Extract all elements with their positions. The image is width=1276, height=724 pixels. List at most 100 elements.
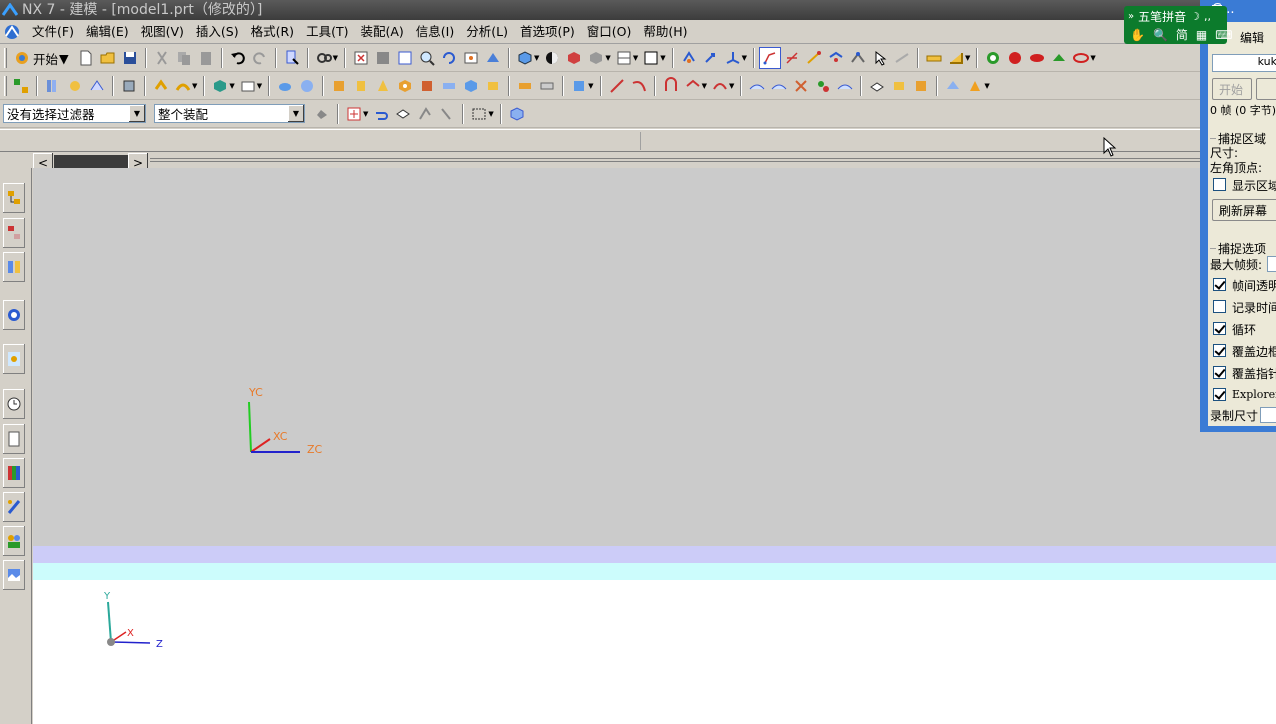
assembly-navigator-icon[interactable]	[10, 75, 32, 97]
cylinder-icon[interactable]	[350, 75, 372, 97]
max-fps-field[interactable]	[1267, 256, 1276, 272]
recorder-start-button[interactable]: 开始	[1212, 78, 1252, 100]
chevron-down-icon[interactable]: ▼	[287, 105, 304, 122]
sphere-icon[interactable]	[296, 75, 318, 97]
revolve-icon[interactable]	[150, 75, 172, 97]
step-icon[interactable]	[1048, 47, 1070, 69]
type-filter-select[interactable]: 没有选择过滤器 ▼	[3, 104, 146, 123]
menu-view[interactable]: 视图(V)	[135, 21, 190, 43]
sketch-icon[interactable]	[64, 75, 86, 97]
undo-icon[interactable]	[227, 47, 249, 69]
through-curves-icon[interactable]	[790, 75, 812, 97]
toolbar-grip[interactable]	[4, 48, 7, 68]
zoom-window-icon[interactable]	[372, 47, 394, 69]
rectangle-select-icon[interactable]	[468, 103, 490, 125]
recorder-menu-edit[interactable]: 编辑	[1240, 29, 1264, 46]
part-navigator-tab[interactable]	[3, 252, 25, 282]
zoom-area-icon[interactable]	[394, 47, 416, 69]
hd3d-tools-tab[interactable]	[3, 344, 25, 374]
part-icon[interactable]	[209, 75, 231, 97]
command-finder-icon[interactable]	[313, 47, 335, 69]
paste-icon[interactable]	[195, 47, 217, 69]
snap-point-icon[interactable]	[891, 47, 913, 69]
rotate-icon[interactable]	[438, 47, 460, 69]
filter-settings-icon[interactable]	[311, 103, 333, 125]
pocket-icon[interactable]	[438, 75, 460, 97]
thread-icon[interactable]	[536, 75, 558, 97]
mesh-surface-icon[interactable]	[768, 75, 790, 97]
layout-icon[interactable]	[613, 47, 635, 69]
nx-app-icon[interactable]	[2, 22, 22, 42]
cut-icon[interactable]	[151, 47, 173, 69]
menu-format[interactable]: 格式(R)	[245, 21, 300, 43]
menu-preferences[interactable]: 首选项(P)	[514, 21, 581, 43]
new-icon[interactable]	[75, 47, 97, 69]
ime-search-icon[interactable]: 🔍	[1153, 28, 1168, 42]
feature-select-icon[interactable]	[414, 103, 436, 125]
option-checkbox-record-time[interactable]	[1213, 300, 1226, 313]
sew-icon[interactable]	[866, 75, 888, 97]
save-icon[interactable]	[119, 47, 141, 69]
process-studio-tab[interactable]	[3, 492, 25, 522]
toolbar-grip[interactable]	[4, 76, 7, 96]
select-icon[interactable]	[758, 47, 781, 69]
cone-icon[interactable]	[372, 75, 394, 97]
patch-icon[interactable]	[888, 75, 910, 97]
system-scenes-tab[interactable]	[3, 560, 25, 590]
extrude-icon[interactable]	[118, 75, 140, 97]
fit-icon[interactable]	[350, 47, 372, 69]
snap-point-settings-icon[interactable]	[343, 103, 365, 125]
block-feature-icon[interactable]	[328, 75, 350, 97]
line-icon[interactable]	[606, 75, 628, 97]
constraint-navigator-tab[interactable]	[3, 218, 25, 248]
assembly-navigator-tab[interactable]	[3, 183, 25, 213]
record-size-field[interactable]	[1260, 407, 1276, 423]
chevron-down-icon[interactable]: ▼	[128, 105, 145, 122]
system-materials-tab[interactable]	[3, 424, 25, 454]
start-button[interactable]: 开始 ▼	[10, 47, 75, 69]
bridge-icon[interactable]	[709, 75, 731, 97]
option-checkbox-loop[interactable]	[1213, 322, 1226, 335]
menu-help[interactable]: 帮助(H)	[637, 21, 693, 43]
measure-distance-icon[interactable]	[923, 47, 945, 69]
menu-insert[interactable]: 插入(S)	[190, 21, 245, 43]
view-triad-icon[interactable]	[722, 47, 744, 69]
repeat-command-icon[interactable]	[281, 47, 303, 69]
plane-icon[interactable]	[237, 75, 259, 97]
reuse-library-tab[interactable]	[3, 300, 25, 330]
ime-mode-label[interactable]: 五笔拼音	[1138, 8, 1186, 25]
studio-surface-icon[interactable]	[812, 75, 834, 97]
graphics-window[interactable]	[33, 168, 1200, 546]
ime-halfwidth-icon[interactable]: ☽	[1190, 10, 1200, 23]
menu-tools[interactable]: 工具(T)	[300, 21, 354, 43]
flange-icon[interactable]	[964, 75, 986, 97]
datum-icon[interactable]	[86, 75, 108, 97]
open-icon[interactable]	[97, 47, 119, 69]
slot-icon[interactable]	[482, 75, 504, 97]
pad-icon[interactable]	[460, 75, 482, 97]
hole-icon[interactable]	[394, 75, 416, 97]
n-sided-icon[interactable]	[834, 75, 856, 97]
perspective-icon[interactable]	[482, 47, 504, 69]
shell-icon[interactable]	[910, 75, 932, 97]
midpoint-icon[interactable]	[825, 47, 847, 69]
hide-icon[interactable]	[563, 47, 585, 69]
sheet-metal-icon[interactable]	[942, 75, 964, 97]
block-icon[interactable]	[585, 47, 607, 69]
select-all-icon[interactable]	[506, 103, 528, 125]
display-mode-icon[interactable]	[541, 47, 563, 69]
menu-edit[interactable]: 编辑(E)	[80, 21, 135, 43]
pattern-icon[interactable]	[568, 75, 590, 97]
option-checkbox-explorer[interactable]	[1213, 388, 1226, 401]
sweep-icon[interactable]	[172, 75, 194, 97]
copy-icon[interactable]	[173, 47, 195, 69]
orient-view-icon[interactable]	[678, 47, 700, 69]
option-checkbox-pointer[interactable]	[1213, 366, 1226, 379]
zoom-icon[interactable]	[416, 47, 438, 69]
groove-icon[interactable]	[514, 75, 536, 97]
offset-curve-icon[interactable]	[660, 75, 682, 97]
undo-selection-icon[interactable]	[370, 103, 392, 125]
shaded-icon[interactable]	[514, 47, 536, 69]
trim-icon[interactable]	[682, 75, 704, 97]
ime-punctuation-icon[interactable]: ,,	[1204, 10, 1211, 23]
